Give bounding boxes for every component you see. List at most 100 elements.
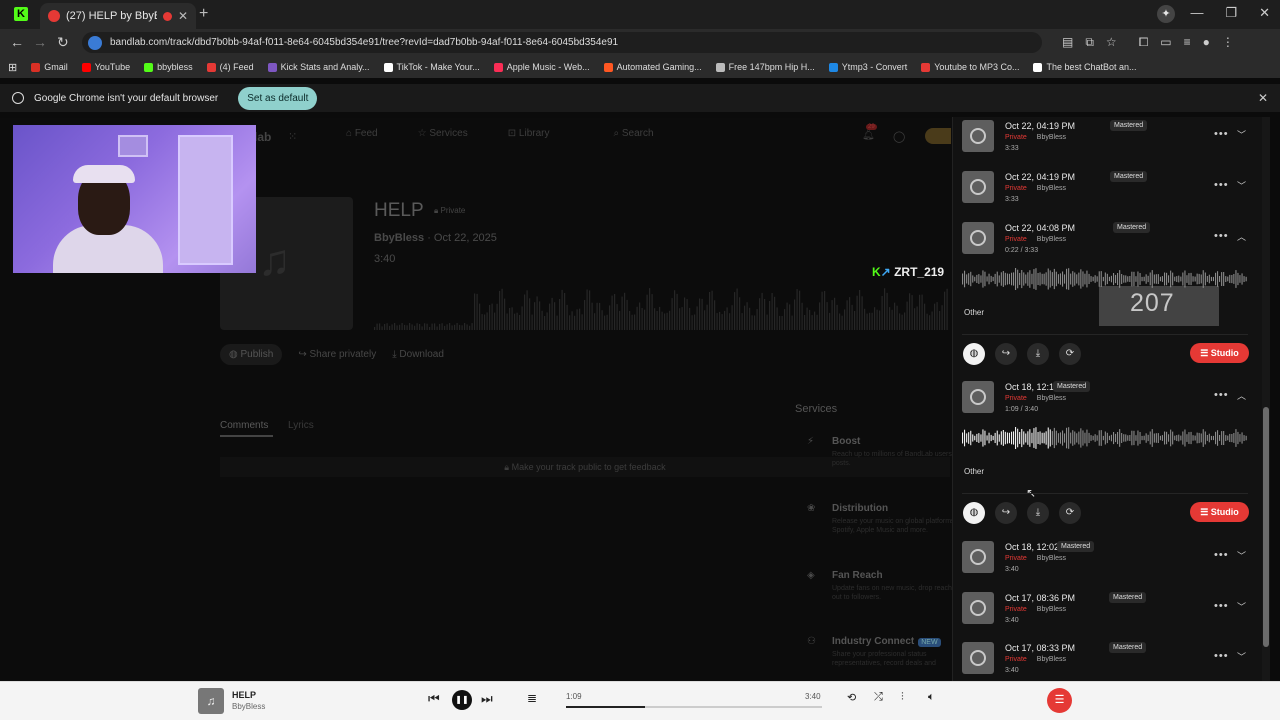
chevron-down-icon[interactable]: ﹀	[1237, 179, 1246, 192]
url-field[interactable]: bandlab.com/track/dbd7b0bb-94af-f011-8e6…	[82, 32, 1042, 53]
messages-icon[interactable]: ◯	[893, 130, 905, 143]
tab-lyrics[interactable]: Lyrics	[288, 420, 314, 431]
revision-thumb[interactable]	[962, 381, 994, 413]
revision-row[interactable]: Oct 17, 08:36 PM Mastered Private BbyBless 3…	[962, 589, 1252, 629]
download-icon[interactable]: ⤓	[1027, 502, 1049, 524]
more-options-icon[interactable]: •••	[1214, 128, 1229, 140]
menu-dots-icon[interactable]: ⋮	[1222, 35, 1234, 50]
bookmark-item[interactable]: The best ChatBot an...	[1033, 62, 1137, 72]
bookmark-star-icon[interactable]: ☆	[1106, 35, 1117, 50]
open-in-studio-button[interactable]: ☰ Studio	[1190, 343, 1249, 363]
more-options-icon[interactable]: •••	[1214, 179, 1229, 191]
bookmark-item[interactable]: Gmail	[31, 62, 68, 72]
revision-thumb[interactable]	[962, 222, 994, 254]
panel-scroll-thumb[interactable]	[1263, 407, 1269, 647]
revision-waveform[interactable]	[962, 268, 1248, 290]
sidebar-icon[interactable]: ▭	[1160, 35, 1171, 50]
forward-icon[interactable]: →	[33, 34, 47, 50]
download-button[interactable]: ⤓ Download	[392, 349, 444, 360]
browser-tab-active[interactable]: (27) HELP by BbyBless | Ban ✕	[40, 3, 196, 29]
bookmark-item[interactable]: Youtube to MP3 Co...	[921, 62, 1019, 72]
apps-icon[interactable]: ⁙	[288, 130, 297, 143]
track-artist-link[interactable]: BbyBless	[374, 232, 424, 244]
equalizer-icon[interactable]: ⫶	[901, 691, 904, 704]
more-options-icon[interactable]: •••	[1214, 230, 1229, 242]
revision-waveform[interactable]	[962, 427, 1248, 449]
service-industry-connect[interactable]: ⚇ Industry Connect NEW Share your professi…	[807, 636, 962, 668]
chevron-down-icon[interactable]: ﹀	[1237, 650, 1246, 663]
more-options-icon[interactable]: •••	[1214, 549, 1229, 561]
profile-icon[interactable]: ●	[1203, 35, 1210, 50]
revision-row[interactable]: Oct 18, 12:02 PM Mastered Private BbyBless 3…	[962, 538, 1252, 578]
volume-icon[interactable]: 🔈︎	[928, 691, 935, 704]
publish-button[interactable]: ◍ Publish	[220, 344, 283, 365]
bookmark-item[interactable]: Kick Stats and Analy...	[267, 62, 370, 72]
bookmark-item[interactable]: bbybless	[144, 62, 193, 72]
revision-row[interactable]: Oct 22, 04:19 PM Mastered Private BbyBless 3…	[962, 117, 1252, 157]
revision-row[interactable]: Oct 17, 08:33 PM Mastered Private BbyBless 3…	[962, 639, 1252, 679]
reader-icon[interactable]: ▤	[1062, 35, 1073, 50]
more-options-icon[interactable]: •••	[1214, 600, 1229, 612]
shuffle-icon[interactable]: ⤮	[874, 691, 883, 704]
get-started-button[interactable]	[925, 128, 951, 144]
more-options-icon[interactable]: •••	[1214, 650, 1229, 662]
nav-library[interactable]: ⊡ Library	[508, 128, 550, 146]
infobar-close-icon[interactable]: ✕	[1258, 91, 1268, 105]
media-icon[interactable]: ≡	[1184, 35, 1191, 50]
apps-grid-icon[interactable]: ⊞	[8, 61, 17, 74]
bandlab-logo[interactable]: lab	[254, 130, 271, 144]
bookmark-item[interactable]: Automated Gaming...	[603, 62, 702, 72]
bookmark-item[interactable]: YouTube	[81, 62, 130, 72]
bookmark-item[interactable]: Ytmp3 - Convert	[828, 62, 907, 72]
remix-icon[interactable]: ⟳	[1059, 343, 1081, 365]
chevron-down-icon[interactable]: ﹀	[1237, 128, 1246, 141]
set-default-button[interactable]: Set as default	[238, 86, 318, 110]
more-options-icon[interactable]: •••	[1214, 389, 1229, 401]
pause-button[interactable]: ❚❚	[452, 690, 472, 710]
bookmark-item[interactable]: (4) Feed	[206, 62, 254, 72]
revision-row[interactable]: Oct 22, 04:08 PM Mastered Private BbyBless 0…	[962, 219, 1252, 259]
kick-tab-icon[interactable]: K	[14, 7, 28, 21]
cast-icon[interactable]: ⧉	[1085, 35, 1094, 50]
publish-globe-icon[interactable]: ◍	[963, 502, 985, 524]
publish-globe-icon[interactable]: ◍	[963, 343, 985, 365]
nav-feed[interactable]: ⌂ Feed	[346, 128, 378, 146]
revision-thumb[interactable]	[962, 592, 994, 624]
service-distribution[interactable]: ❀ Distribution Release your music on glob…	[807, 503, 962, 535]
queue-toggle-button[interactable]: ☰	[1047, 688, 1072, 713]
notifications-icon[interactable]: 🔔︎	[862, 130, 875, 141]
remix-icon[interactable]: ⟳	[1059, 502, 1081, 524]
share-icon[interactable]: ↪	[995, 343, 1017, 365]
revision-row[interactable]: Oct 22, 04:19 PM Mastered Private BbyBless 3…	[962, 168, 1252, 208]
new-tab-button[interactable]: +	[199, 5, 208, 23]
track-waveform-dimmed[interactable]	[374, 270, 949, 330]
site-info-icon[interactable]	[88, 35, 102, 50]
reload-icon[interactable]: ↻	[57, 34, 69, 51]
bookmark-item[interactable]: Apple Music - Web...	[493, 62, 590, 72]
download-icon[interactable]: ⤓	[1027, 343, 1049, 365]
back-icon[interactable]: ←	[10, 34, 24, 50]
chevron-down-icon[interactable]: ﹀	[1237, 549, 1246, 562]
nav-services[interactable]: ☆ Services	[418, 128, 468, 146]
minimize-icon[interactable]: —	[1190, 5, 1203, 21]
revision-thumb[interactable]	[962, 120, 994, 152]
extension-sparkle-icon[interactable]: ✦	[1157, 5, 1175, 23]
revision-thumb[interactable]	[962, 642, 994, 674]
repeat-icon[interactable]: ⟲	[847, 691, 856, 704]
tab-close-icon[interactable]: ✕	[178, 9, 188, 23]
revision-thumb[interactable]	[962, 541, 994, 573]
chevron-up-icon[interactable]: ︿	[1237, 389, 1246, 402]
revision-thumb[interactable]	[962, 171, 994, 203]
restore-icon[interactable]: ❐	[1225, 5, 1237, 21]
revision-row[interactable]: Oct 18, 12:10 PM Mastered Private BbyBless 1…	[962, 378, 1252, 418]
service-fan-reach[interactable]: ◈ Fan Reach Update fans on new music, dro…	[807, 570, 962, 602]
tab-comments[interactable]: Comments	[220, 420, 268, 431]
search-input[interactable]: ⌕ Search	[613, 128, 653, 146]
close-window-icon[interactable]: ✕	[1259, 5, 1270, 21]
queue-list-icon[interactable]: ≣	[527, 691, 537, 705]
open-in-studio-button[interactable]: ☰ Studio	[1190, 502, 1249, 522]
service-boost[interactable]: ⚡︎ Boost Reach up to millions of BandLab …	[807, 436, 962, 468]
share-privately-button[interactable]: ↪ Share privately	[298, 349, 376, 360]
bookmark-item[interactable]: TikTok - Make Your...	[383, 62, 480, 72]
extensions-icon[interactable]: ⧠	[1139, 35, 1149, 50]
